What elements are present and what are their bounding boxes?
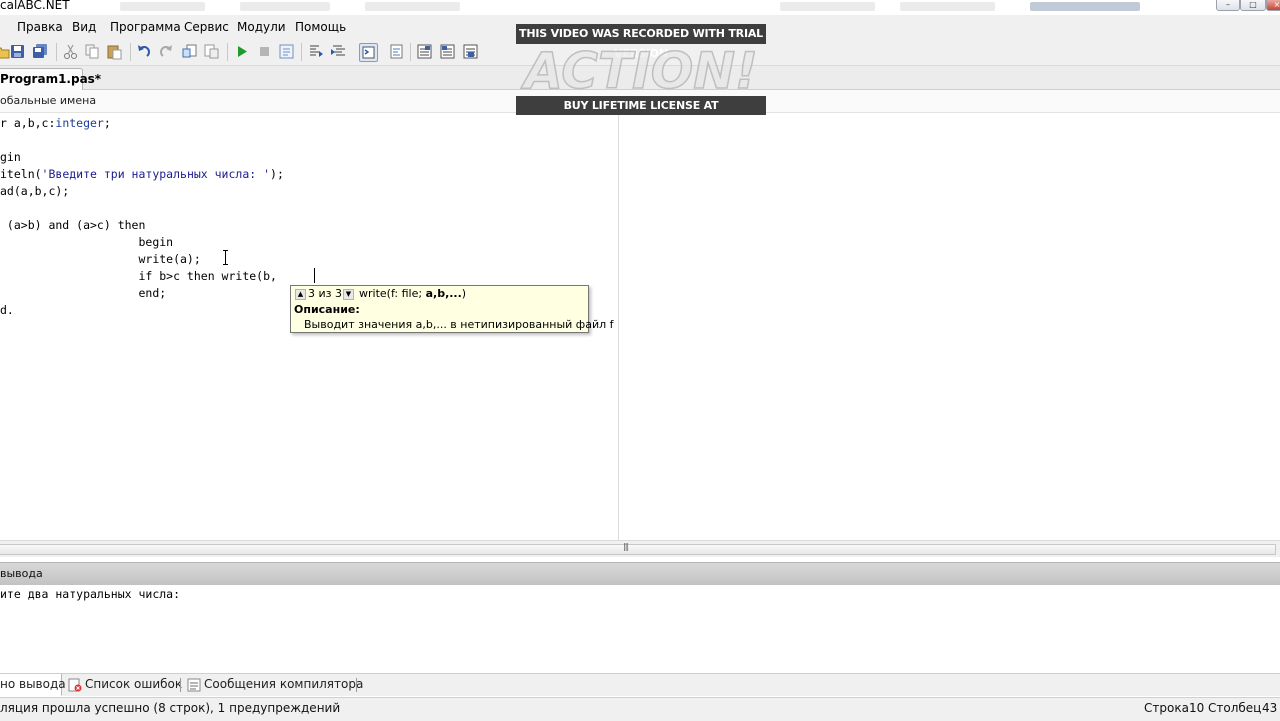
code-line: (a>b) and (a>c) then bbox=[0, 218, 146, 232]
step-over-icon[interactable] bbox=[330, 43, 347, 60]
window-title: calABC.NET bbox=[0, 0, 70, 12]
code-line: begin bbox=[0, 235, 174, 249]
tooltip-prev-icon[interactable]: ▲ bbox=[295, 289, 306, 300]
status-message: ляция прошла успешно (8 строк), 1 предуп… bbox=[0, 701, 341, 715]
ibeam-cursor-icon bbox=[223, 250, 228, 265]
watch-icon[interactable] bbox=[462, 43, 479, 60]
tab-output-label: но вывода bbox=[0, 677, 66, 691]
tab-compiler-messages-label: Сообщения компилятора bbox=[204, 677, 364, 691]
code-line: write(a); bbox=[0, 252, 201, 266]
text-caret bbox=[314, 268, 315, 283]
output-text: ите два натуральных числа: bbox=[0, 587, 181, 601]
editor-right-area[interactable] bbox=[618, 113, 1280, 540]
background-taskbar-item bbox=[365, 2, 460, 11]
toolbar-separator bbox=[410, 43, 411, 61]
splitter-bar[interactable] bbox=[0, 544, 1276, 555]
menu-program[interactable]: Программа bbox=[110, 20, 181, 34]
tab-separator bbox=[356, 678, 357, 692]
output-window[interactable]: ите два натуральных числа: bbox=[0, 585, 1280, 673]
console-icon[interactable] bbox=[359, 43, 378, 62]
splitter-grip-icon[interactable]: ||| bbox=[623, 542, 629, 551]
code-line: iteln('Введите три натуральных числа: ')… bbox=[0, 167, 284, 181]
compiler-messages-icon bbox=[187, 678, 201, 692]
background-taskbar-item bbox=[900, 2, 995, 11]
code-line: ad(a,b,c); bbox=[0, 184, 70, 198]
global-names-label: обальные имена bbox=[0, 94, 97, 107]
step-into-icon[interactable] bbox=[307, 43, 324, 60]
background-taskbar-item bbox=[240, 2, 330, 11]
menu-view[interactable]: Вид bbox=[72, 20, 96, 34]
description-title: Описание: bbox=[294, 303, 360, 316]
toolbar-separator bbox=[301, 43, 302, 61]
background-taskbar-item bbox=[1030, 2, 1140, 11]
output-title: вывода bbox=[0, 567, 43, 580]
paste-icon[interactable] bbox=[106, 43, 123, 60]
toolbar-separator bbox=[130, 43, 131, 61]
menu-edit[interactable]: Правка bbox=[17, 20, 63, 34]
signature-tooltip: ▲ 3 из 3 ▼ write(f: file; a,b,...) Описа… bbox=[290, 285, 614, 333]
status-row-value: 10 bbox=[1189, 701, 1205, 715]
copy-icon[interactable] bbox=[84, 43, 101, 60]
overload-counter: 3 из 3 bbox=[308, 287, 342, 300]
cut-icon[interactable] bbox=[62, 43, 79, 60]
watermark-top: THIS VIDEO WAS RECORDED WITH TRIAL VERSI… bbox=[516, 24, 766, 60]
menu-help[interactable]: Помощь bbox=[295, 20, 346, 34]
toolbar-separator bbox=[227, 43, 228, 61]
tab-separator bbox=[180, 678, 181, 692]
code-line: gin bbox=[0, 150, 21, 164]
debug-window-icon[interactable] bbox=[439, 43, 456, 60]
redo-icon[interactable] bbox=[158, 43, 175, 60]
pane-splitter[interactable]: ||| bbox=[0, 540, 1280, 557]
run-icon[interactable] bbox=[233, 43, 250, 60]
stop-icon[interactable] bbox=[256, 43, 273, 60]
menu-service[interactable]: Сервис bbox=[184, 20, 229, 34]
status-col-value: 43 bbox=[1262, 701, 1278, 715]
status-col-label: Столбец bbox=[1208, 701, 1262, 715]
close-icon[interactable]: × bbox=[1266, 0, 1280, 11]
status-bar: ляция прошла успешно (8 строк), 1 предуп… bbox=[0, 697, 1280, 721]
status-row-label: Строка bbox=[1144, 701, 1189, 715]
background-taskbar-item bbox=[780, 2, 875, 11]
save-icon[interactable] bbox=[9, 43, 26, 60]
compile-icon[interactable] bbox=[278, 43, 295, 60]
find-icon[interactable] bbox=[181, 43, 198, 60]
error-list-icon bbox=[68, 678, 82, 692]
toolbar-separator bbox=[56, 43, 57, 61]
save-all-icon[interactable] bbox=[32, 43, 49, 60]
maximize-icon[interactable]: □ bbox=[1240, 0, 1266, 11]
background-taskbar-item bbox=[120, 2, 205, 11]
tab-label: Program1.pas* bbox=[0, 72, 102, 86]
code-line: end; bbox=[0, 286, 167, 300]
signature-text: write(f: file; a,b,...) bbox=[359, 287, 467, 300]
format-icon[interactable] bbox=[388, 43, 405, 60]
replace-icon[interactable] bbox=[203, 43, 220, 60]
title-bar: calABC.NET – □ × bbox=[0, 0, 1280, 14]
svg-text:ACTION!: ACTION! bbox=[520, 44, 758, 96]
code-line: r a,b,c:integer; bbox=[0, 116, 111, 130]
output-header: вывода bbox=[0, 562, 1280, 585]
undo-icon[interactable] bbox=[135, 43, 152, 60]
watermark-logo: ACTION! bbox=[519, 44, 758, 96]
description-text: Выводит значения a,b,... в нетипизирован… bbox=[304, 318, 614, 331]
code-line: d. bbox=[0, 303, 14, 317]
tab-output-window[interactable]: но вывода bbox=[0, 674, 66, 696]
tab-program1[interactable]: Program1.pas* bbox=[0, 68, 101, 90]
tooltip-next-icon[interactable]: ▼ bbox=[343, 289, 354, 300]
module-icon[interactable] bbox=[416, 43, 433, 60]
watermark-bottom: BUY LIFETIME LICENSE AT WWW.MIRILLIS.COM bbox=[516, 96, 766, 131]
minimize-icon[interactable]: – bbox=[1216, 0, 1240, 11]
tab-error-list-label: Список ошибок bbox=[85, 677, 183, 691]
menu-modules[interactable]: Модули bbox=[237, 20, 286, 34]
code-line: if b>c then write(b, bbox=[0, 269, 277, 283]
bottom-tabs: но вывода Список ошибок Сообщения компил… bbox=[0, 673, 1280, 696]
